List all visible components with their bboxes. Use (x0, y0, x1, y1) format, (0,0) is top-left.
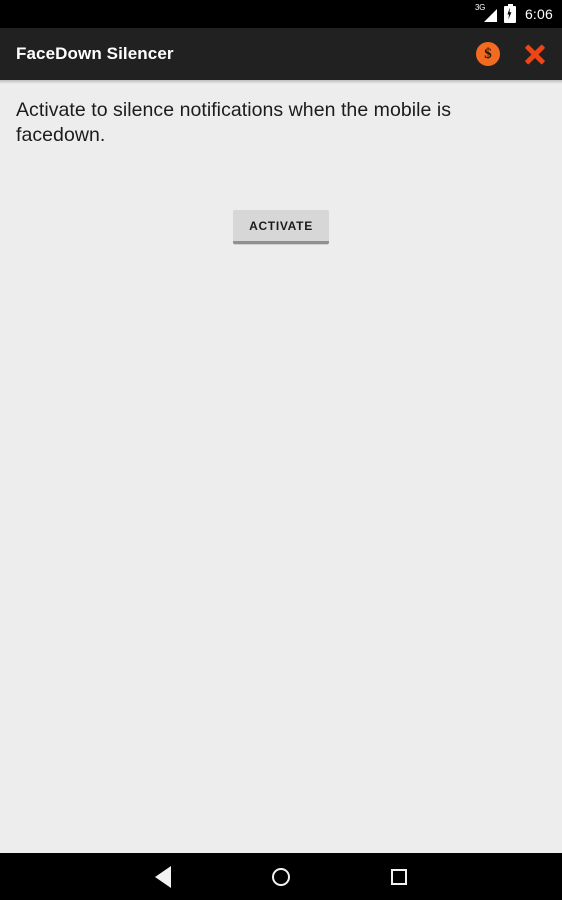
signal-3g-icon: 3G (475, 4, 497, 23)
main-content: Activate to silence notifications when t… (0, 80, 562, 853)
status-bar-clock: 6:06 (524, 6, 553, 22)
activate-button[interactable]: ACTIVATE (233, 210, 329, 244)
close-icon[interactable] (522, 41, 548, 67)
home-circle-icon (272, 867, 290, 886)
android-navigation-bar (0, 853, 562, 900)
app-title: FaceDown Silencer (16, 44, 174, 63)
signal-bars-glyph (483, 9, 497, 22)
battery-charging-icon (503, 3, 516, 23)
app-bar: FaceDown Silencer $ (0, 28, 562, 80)
back-triangle-icon (155, 865, 171, 888)
nav-recents-button[interactable] (340, 853, 458, 900)
app-bar-shadow (0, 80, 562, 84)
button-row: ACTIVATE (16, 210, 546, 244)
monetize-coin-icon[interactable]: $ (476, 42, 500, 66)
phone-screen: 3G 6:06 FaceDown Silencer $ Activate to … (0, 0, 562, 900)
app-bar-actions: $ (476, 41, 548, 67)
description-text: Activate to silence notifications when t… (16, 99, 452, 146)
charging-bolt-glyph (507, 7, 512, 20)
recents-square-icon (391, 868, 407, 885)
status-bar-icons: 3G 6:06 (475, 3, 553, 23)
dollar-sign-glyph: $ (484, 45, 492, 62)
status-bar: 3G 6:06 (0, 0, 562, 28)
nav-home-button[interactable] (222, 853, 340, 900)
nav-back-button[interactable] (104, 853, 222, 900)
